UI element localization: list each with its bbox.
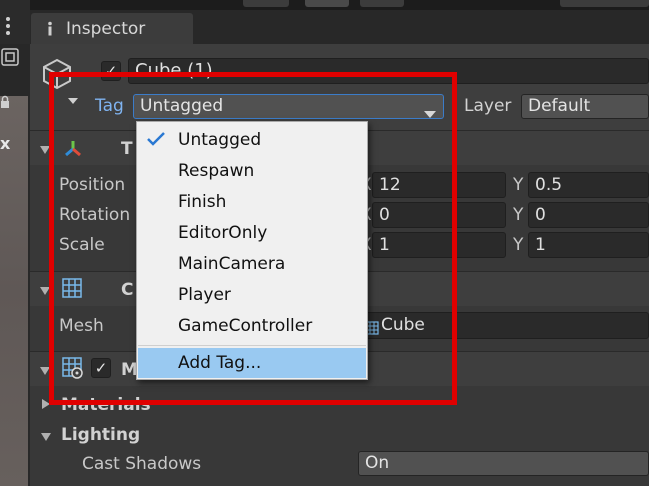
lighting-label[interactable]: Lighting [61,425,140,445]
overlay-toggle-icon[interactable] [1,48,19,66]
toolbar-button[interactable] [560,0,649,7]
rotation-y-field[interactable]: 0 [528,202,649,228]
cast-shadows-label: Cast Shadows [82,454,202,474]
info-icon [43,21,57,36]
toolbar-button[interactable] [243,0,289,7]
toolbar-button[interactable] [305,0,349,7]
scale-y-label[interactable]: Y [513,235,523,255]
left-strip-letter: x [0,134,11,153]
lock-icon[interactable] [0,94,10,108]
cast-shadows-dropdown[interactable]: On [358,451,649,476]
cast-shadows-value: On [365,453,390,473]
tab-inspector-label: Inspector [66,19,146,39]
annotation-highlight-box [49,72,457,405]
layer-value: Default [528,96,591,116]
layer-dropdown[interactable]: Default [521,94,649,119]
foldout-expanded-icon[interactable] [41,430,51,444]
scale-y-field[interactable]: 1 [528,232,649,258]
position-y-field[interactable]: 0.5 [528,172,649,198]
scene-view-edge [0,96,28,486]
toolbar-button[interactable] [360,0,404,7]
position-y-label[interactable]: Y [513,175,523,195]
rotation-y-label[interactable]: Y [513,205,523,225]
layer-label: Layer [464,96,512,116]
more-menu-icon[interactable] [5,16,11,36]
